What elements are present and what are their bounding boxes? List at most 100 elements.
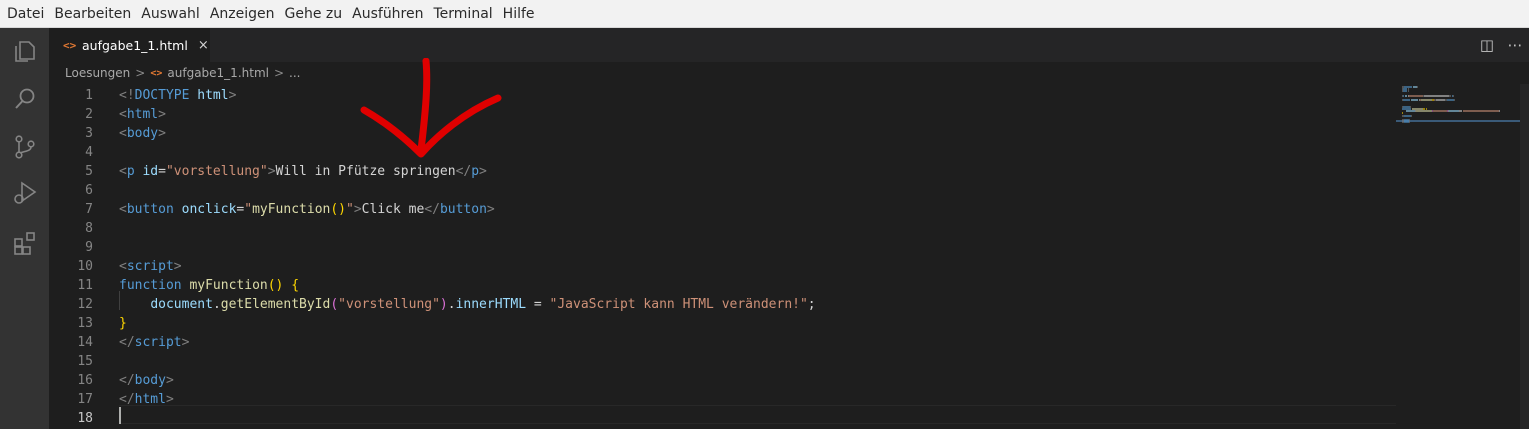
breadcrumb-folder[interactable]: Loesungen [65, 66, 130, 80]
close-icon[interactable]: × [198, 38, 209, 53]
code-token: button [126, 202, 174, 217]
code-line[interactable]: </script> [119, 333, 189, 352]
code-token: > [165, 392, 174, 407]
html-file-icon: <> [63, 38, 77, 52]
breadcrumb-more[interactable]: ... [289, 66, 300, 80]
menu-auswahl[interactable]: Auswahl [136, 0, 205, 28]
code-token: > [353, 202, 362, 217]
extensions-icon[interactable] [12, 230, 38, 256]
code-token: function [119, 278, 182, 293]
code-token: > [158, 107, 166, 122]
code-token: onclick [181, 202, 237, 217]
code-token: . [447, 297, 456, 312]
search-icon[interactable] [12, 86, 38, 112]
minimap-line [1408, 94, 1423, 97]
annotation-arrow-icon [360, 58, 502, 158]
code-line[interactable]: <body> [119, 124, 166, 143]
code-token: ( [330, 297, 339, 312]
code-line[interactable]: function myFunction() { [119, 276, 299, 295]
line-number: 18 [77, 411, 93, 426]
current-line-highlight [119, 405, 1396, 424]
code-token: <! [119, 88, 135, 103]
menu-datei[interactable]: Datei [2, 0, 49, 28]
vertical-scrollbar[interactable] [1520, 84, 1529, 429]
code-token: body [126, 126, 159, 141]
minimap-line [1417, 86, 1419, 88]
menu-bearbeiten[interactable]: Bearbeiten [49, 0, 136, 28]
code-line[interactable]: <button onclick="myFunction()">Click me<… [119, 200, 495, 219]
code-token: () [330, 202, 347, 217]
code-token: < [119, 202, 127, 217]
minimap-line [1420, 99, 1432, 102]
line-number: 9 [85, 240, 93, 255]
line-number: 14 [77, 335, 93, 350]
code-line[interactable]: <script> [119, 257, 182, 276]
minimap-line [1452, 94, 1454, 97]
line-number: 12 [77, 297, 93, 312]
line-number: 16 [77, 373, 93, 388]
line-number: 5 [85, 164, 93, 179]
line-number: 17 [77, 392, 93, 407]
tab-aufgabe1-1[interactable]: <> aufgabe1_1.html × [49, 28, 210, 62]
split-editor-icon[interactable]: ◫ [1479, 36, 1495, 54]
menu-ausfuehren[interactable]: Ausführen [347, 0, 428, 28]
minimap-line [1416, 110, 1432, 113]
code-token: > [165, 373, 174, 388]
line-number-gutter: 1 2 3 4 5 6 7 8 9 10 11 12 13 14 15 16 17 18 [49, 84, 119, 429]
code-token: html [197, 88, 229, 103]
run-debug-icon[interactable] [12, 180, 38, 206]
tab-label: aufgabe1_1.html [82, 37, 188, 53]
code-token: = [526, 297, 550, 312]
breadcrumb-file[interactable]: aufgabe1_1.html [167, 66, 269, 80]
line-number: 6 [85, 183, 93, 198]
code-token: </ [424, 202, 440, 217]
code-line[interactable]: <html> [119, 105, 166, 124]
code-token: < [119, 126, 127, 141]
minimap-line [1407, 90, 1409, 93]
code-token: Click me [361, 202, 425, 217]
menu-hilfe[interactable]: Hilfe [498, 0, 540, 28]
minimap-line [1432, 110, 1448, 113]
code-token: script [134, 335, 182, 350]
line-number: 2 [85, 107, 93, 122]
code-token: </ [119, 335, 135, 350]
line-number: 4 [85, 145, 93, 160]
code-line[interactable]: </body> [119, 371, 174, 390]
code-line[interactable]: } [119, 314, 127, 333]
code-line[interactable]: document.getElementById("vorstellung").i… [119, 295, 815, 314]
menu-gehe-zu[interactable]: Gehe zu [280, 0, 348, 28]
breadcrumb: Loesungen > <> aufgabe1_1.html > ... [49, 62, 1529, 84]
code-token: > [181, 335, 190, 350]
code-token: myFunction [189, 278, 268, 293]
code-line[interactable]: </html> [119, 390, 174, 409]
minimap-line [1453, 99, 1455, 102]
minimap[interactable] [1396, 84, 1529, 429]
explorer-icon[interactable] [12, 38, 38, 64]
code-editor[interactable]: 1 2 3 4 5 6 7 8 9 10 11 12 13 14 15 16 17 18 <!DOCTYPE ht… [49, 84, 1396, 429]
code-token: "JavaScript kann HTML verändern!" [549, 297, 808, 312]
editor-actions: ◫ ⋯ [1467, 28, 1523, 62]
line-number: 11 [77, 278, 93, 293]
menu-terminal[interactable]: Terminal [429, 0, 498, 28]
more-actions-icon[interactable]: ⋯ [1507, 36, 1523, 54]
code-token: < [119, 259, 127, 274]
menu-anzeigen[interactable]: Anzeigen [205, 0, 280, 28]
code-line[interactable]: <!DOCTYPE html> [119, 86, 236, 105]
code-token: document [150, 297, 213, 312]
line-number: 7 [85, 202, 93, 217]
chevron-right-icon: > [273, 66, 285, 80]
code-token: " [244, 202, 253, 217]
code-token: > [158, 126, 166, 141]
code-token: > [228, 88, 237, 103]
code-area[interactable]: <!DOCTYPE html> <html> <body> <p id="vorste… [119, 84, 1396, 429]
source-control-icon[interactable] [12, 134, 38, 160]
line-number: 13 [77, 316, 93, 331]
minimap-line [1424, 94, 1450, 97]
code-token: html [126, 107, 159, 122]
code-token: id [142, 164, 159, 179]
minimap-line [1462, 110, 1499, 113]
minimap-line [1447, 99, 1454, 102]
code-token: . [212, 297, 221, 312]
minimap-line [1404, 114, 1411, 117]
